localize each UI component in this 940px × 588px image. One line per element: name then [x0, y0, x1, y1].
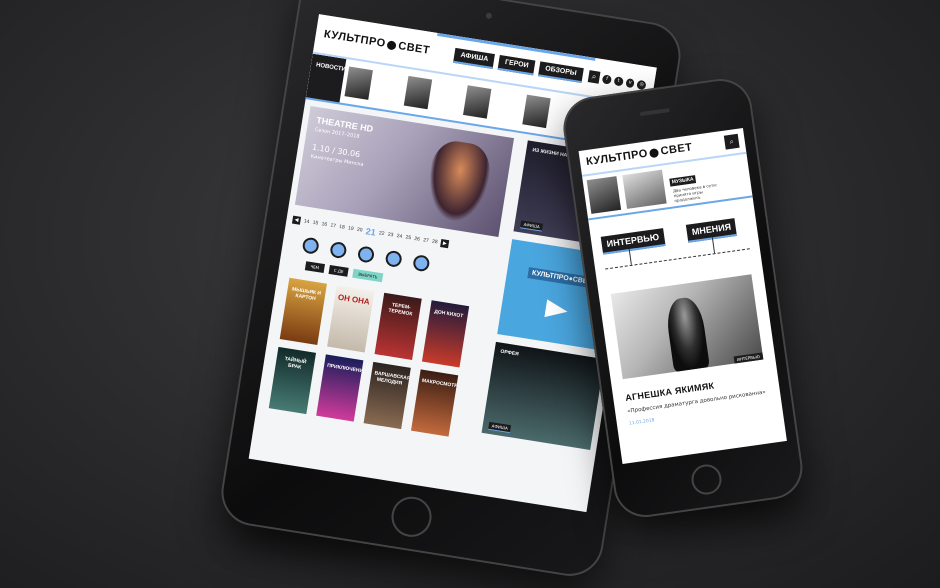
- side-card-tag: АФИША: [488, 421, 512, 434]
- news-thumbnail: [344, 66, 373, 100]
- search-icon[interactable]: ⌕: [723, 133, 740, 150]
- tablet-home-button[interactable]: [388, 493, 435, 540]
- calendar-day[interactable]: 27: [423, 237, 429, 244]
- calendar-day[interactable]: 14: [303, 218, 309, 225]
- category-circle-icon[interactable]: [384, 249, 403, 268]
- phone-screen: КУЛЬТПРО СВЕТ ⌕ МУЗЫКА Два человека в се…: [578, 128, 787, 465]
- poster-card[interactable]: ВАРШАВСКАЯ МЕЛОДИЯ: [363, 361, 411, 430]
- calendar-next-icon[interactable]: ▶: [440, 239, 450, 249]
- calendar-day[interactable]: 20: [356, 227, 362, 234]
- timeline-line: [605, 248, 750, 270]
- filter-with[interactable]: С ДЕ: [328, 264, 350, 277]
- news-item[interactable]: [343, 60, 405, 112]
- calendar-day[interactable]: 25: [405, 234, 411, 241]
- calendar-day[interactable]: 22: [378, 230, 384, 237]
- category-circle-icon[interactable]: [329, 240, 348, 260]
- calendar-day[interactable]: 19: [348, 225, 354, 232]
- logo-dot-icon: [386, 39, 398, 51]
- calendar-day[interactable]: 24: [396, 233, 402, 240]
- nav-afisha[interactable]: АФИША: [453, 47, 496, 69]
- tablet-main-column: THEATRE HD Сезон 2017–2018 1.10 / 30.06 …: [263, 105, 520, 441]
- poster-card[interactable]: ПРИКЛЮЧЕНИЯ: [316, 354, 364, 422]
- nav-reviews[interactable]: ОБЗОРЫ: [538, 60, 584, 83]
- poster-card[interactable]: МЫШЬЯК И КАРТОН: [279, 277, 327, 345]
- phone-speaker: [639, 108, 670, 117]
- news-label: НОВОСТИ: [305, 53, 347, 103]
- logo-dot-icon: [649, 147, 660, 158]
- tablet-camera: [485, 12, 493, 20]
- calendar-day[interactable]: 23: [387, 232, 393, 239]
- telegram-icon: [544, 298, 570, 321]
- news-thumbnail[interactable]: [622, 169, 667, 209]
- poster-card[interactable]: ТЕРЕМ-ТЕРЕМОК: [374, 292, 422, 360]
- news-item[interactable]: [462, 78, 524, 130]
- twitter-icon[interactable]: t: [613, 75, 624, 86]
- timeline-stem: [628, 248, 632, 265]
- calendar-day[interactable]: 26: [414, 236, 420, 243]
- news-thumbnail[interactable]: [586, 176, 622, 214]
- calendar-day[interactable]: 16: [321, 221, 327, 228]
- tab-interview[interactable]: ИНТЕРВЬЮ: [600, 228, 666, 255]
- category-circle-icon[interactable]: [412, 254, 431, 273]
- nav-heroes[interactable]: ГЕРОИ: [497, 54, 536, 75]
- calendar-day[interactable]: 28: [432, 239, 438, 246]
- calendar-day[interactable]: 18: [339, 224, 345, 231]
- poster-card[interactable]: МАКРОСМОТР: [410, 369, 459, 437]
- news-item[interactable]: [403, 69, 465, 121]
- facebook-icon[interactable]: f: [601, 73, 612, 85]
- calendar-day[interactable]: 17: [330, 223, 336, 230]
- category-circle-icon[interactable]: [356, 245, 376, 264]
- poster-card[interactable]: ДОН КИХОТ: [421, 300, 470, 368]
- side-card-tag: АФИША: [520, 220, 544, 232]
- phone-home-button[interactable]: [689, 462, 724, 497]
- side-card[interactable]: ОРФЕЯ АФИША: [481, 341, 605, 450]
- news-item[interactable]: МУЗЫКА Два человека в сети: принято игры…: [668, 161, 722, 203]
- photo-tag: ИНТЕРВЬЮ: [733, 352, 764, 364]
- site-logo[interactable]: КУЛЬТПРО СВЕТ: [323, 28, 431, 57]
- calendar-prev-icon[interactable]: ◀: [291, 215, 302, 225]
- calendar-day[interactable]: 15: [312, 220, 318, 227]
- filter-choose-button[interactable]: ВЫБРАТЬ: [352, 268, 384, 283]
- calendar-day-active[interactable]: 21: [365, 226, 376, 237]
- poster-card[interactable]: ОН ОНА: [327, 285, 375, 353]
- news-thumbnail: [403, 75, 433, 110]
- vk-icon[interactable]: v: [625, 77, 636, 88]
- news-thumbnail: [522, 94, 551, 129]
- poster-card[interactable]: ТАЙНЫЙ БРАК: [268, 346, 317, 415]
- side-card-label: ОРФЕЯ: [499, 348, 520, 358]
- search-icon[interactable]: ⌕: [587, 70, 601, 84]
- article-photo[interactable]: ИНТЕРВЬЮ: [610, 274, 764, 380]
- timeline-stem: [711, 237, 716, 254]
- news-badge: МУЗЫКА: [669, 174, 697, 187]
- category-circle-icon[interactable]: [301, 236, 320, 255]
- poster-grid: МЫШЬЯК И КАРТОН ОН ОНА ТЕРЕМ-ТЕРЕМОК ДОН…: [268, 277, 493, 441]
- news-thumbnail: [463, 85, 492, 119]
- instagram-icon[interactable]: ◎: [636, 79, 647, 90]
- filter-what[interactable]: ЧЕМ: [304, 261, 325, 274]
